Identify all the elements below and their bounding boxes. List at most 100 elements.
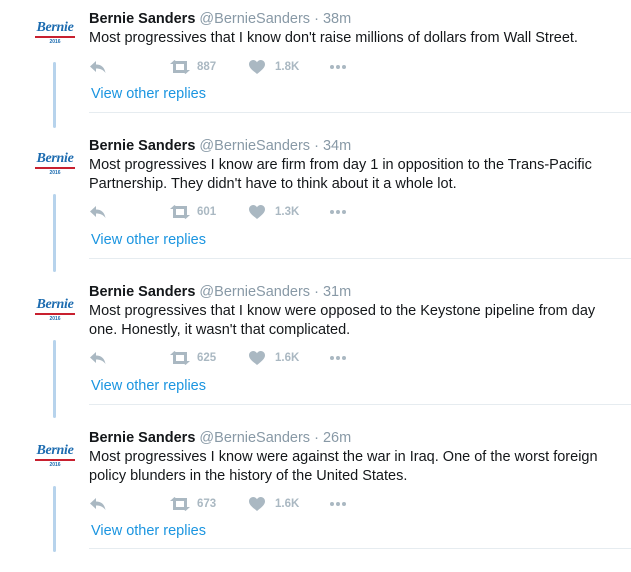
retweet-icon	[170, 205, 190, 219]
tweet-divider	[89, 548, 631, 549]
tweet-header: Bernie Sanders @BernieSanders · 34m	[89, 137, 351, 155]
tweet-header: Bernie Sanders @BernieSanders · 38m	[89, 10, 351, 28]
thread-connector-line	[53, 62, 56, 128]
tweet-header: Bernie Sanders @BernieSanders · 31m	[89, 283, 351, 301]
retweet-button[interactable]: 601	[169, 202, 216, 222]
tweet-actions: 887 1.8K	[89, 57, 369, 77]
tweet: Bernie 2016 Bernie Sanders @BernieSander…	[0, 426, 631, 572]
more-button[interactable]	[329, 202, 347, 222]
author-handle[interactable]: @BernieSanders	[199, 430, 310, 446]
retweet-icon	[170, 497, 190, 511]
avatar[interactable]: Bernie 2016	[33, 443, 77, 473]
tweet-header: Bernie Sanders @BernieSanders · 26m	[89, 429, 351, 447]
heart-icon	[249, 205, 265, 219]
view-other-replies-link[interactable]: View other replies	[91, 232, 206, 248]
like-button[interactable]: 1.3K	[249, 202, 299, 222]
thread-connector-line	[53, 340, 56, 418]
retweet-button[interactable]: 887	[169, 57, 216, 77]
tweet-timestamp[interactable]: 34m	[323, 138, 351, 154]
avatar-logo-text: Bernie	[36, 443, 74, 458]
more-icon	[330, 210, 346, 214]
retweet-count: 887	[197, 61, 217, 73]
view-other-replies-link[interactable]: View other replies	[91, 378, 206, 394]
like-count: 1.6K	[275, 498, 300, 510]
tweet-text: Most progressives I know were against th…	[89, 449, 598, 484]
like-button[interactable]: 1.6K	[249, 348, 299, 368]
tweet-text: Most progressives that I know were oppos…	[89, 303, 596, 338]
author-handle[interactable]: @BernieSanders	[199, 138, 310, 154]
heart-icon	[249, 497, 265, 511]
avatar-logo-underline	[35, 313, 75, 315]
reply-icon	[90, 352, 106, 364]
avatar-logo-underline	[35, 459, 75, 461]
retweet-count: 625	[197, 352, 217, 364]
heart-icon	[249, 60, 265, 74]
author-name[interactable]: Bernie Sanders	[89, 138, 195, 154]
view-other-replies-link[interactable]: View other replies	[91, 86, 206, 102]
more-button[interactable]	[329, 494, 347, 514]
tweet-text: Most progressives I know are firm from d…	[89, 157, 592, 192]
header-separator: ·	[314, 284, 319, 300]
avatar-logo-text: Bernie	[36, 297, 74, 312]
more-icon	[330, 356, 346, 360]
avatar-logo-underline	[35, 167, 75, 169]
reply-button[interactable]	[89, 57, 107, 77]
avatar-logo-text: Bernie	[36, 20, 74, 35]
more-icon	[330, 502, 346, 506]
reply-button[interactable]	[89, 348, 107, 368]
thread-connector-line	[53, 194, 56, 272]
avatar[interactable]: Bernie 2016	[33, 151, 77, 181]
more-button[interactable]	[329, 348, 347, 368]
author-handle[interactable]: @BernieSanders	[199, 11, 310, 27]
retweet-icon	[170, 60, 190, 74]
tweet-divider	[89, 404, 631, 405]
reply-icon	[90, 206, 106, 218]
tweet-text: Most progressives that I know don't rais…	[89, 30, 578, 46]
header-separator: ·	[314, 138, 319, 154]
like-count: 1.8K	[275, 61, 300, 73]
author-name[interactable]: Bernie Sanders	[89, 284, 195, 300]
retweet-button[interactable]: 673	[169, 494, 216, 514]
like-count: 1.6K	[275, 352, 300, 364]
tweet-timestamp[interactable]: 26m	[323, 430, 351, 446]
author-handle[interactable]: @BernieSanders	[199, 284, 310, 300]
avatar[interactable]: Bernie 2016	[33, 297, 77, 327]
reply-button[interactable]	[89, 202, 107, 222]
retweet-count: 601	[197, 206, 217, 218]
avatar-logo-text: Bernie	[36, 151, 74, 166]
tweet: Bernie 2016 Bernie Sanders @BernieSander…	[0, 134, 631, 280]
avatar-logo-underline	[35, 36, 75, 38]
like-button[interactable]: 1.8K	[249, 57, 299, 77]
retweet-button[interactable]: 625	[169, 348, 216, 368]
tweet-actions: 673 1.6K	[89, 494, 369, 514]
tweet-timestamp[interactable]: 38m	[323, 11, 351, 27]
tweet-divider	[89, 112, 631, 113]
more-icon	[330, 65, 346, 69]
avatar-logo-year: 2016	[49, 316, 61, 322]
tweet-actions: 625 1.6K	[89, 348, 369, 368]
retweet-count: 673	[197, 498, 217, 510]
tweet-divider	[89, 258, 631, 259]
like-count: 1.3K	[275, 206, 300, 218]
header-separator: ·	[314, 430, 319, 446]
view-other-replies-link[interactable]: View other replies	[91, 523, 206, 539]
like-button[interactable]: 1.6K	[249, 494, 299, 514]
tweet-actions: 601 1.3K	[89, 202, 369, 222]
reply-button[interactable]	[89, 494, 107, 514]
tweet: Bernie 2016 Bernie Sanders @BernieSander…	[0, 7, 631, 153]
reply-icon	[90, 61, 106, 73]
avatar-logo-year: 2016	[49, 170, 61, 176]
author-name[interactable]: Bernie Sanders	[89, 430, 195, 446]
author-name[interactable]: Bernie Sanders	[89, 11, 195, 27]
tweet-timestamp[interactable]: 31m	[323, 284, 351, 300]
avatar[interactable]: Bernie 2016	[33, 20, 77, 50]
heart-icon	[249, 351, 265, 365]
header-separator: ·	[314, 11, 319, 27]
thread-connector-line	[53, 486, 56, 552]
more-button[interactable]	[329, 57, 347, 77]
tweet: Bernie 2016 Bernie Sanders @BernieSander…	[0, 280, 631, 426]
reply-icon	[90, 498, 106, 510]
avatar-logo-year: 2016	[49, 39, 61, 45]
avatar-logo-year: 2016	[49, 462, 61, 468]
retweet-icon	[170, 351, 190, 365]
